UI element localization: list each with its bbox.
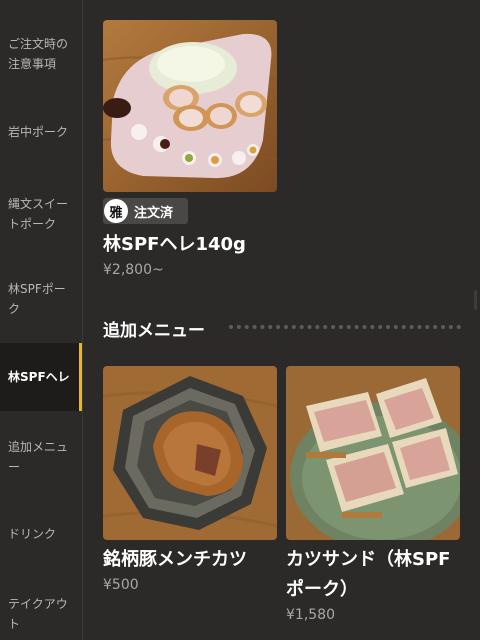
- menu-item-price-katsu-sando: ¥1,580: [286, 607, 335, 623]
- sidebar-item-label: 岩中ポーク: [8, 125, 69, 139]
- sidebar-item-hayashi-spf-pork[interactable]: 林SPFポーク: [0, 277, 82, 321]
- scrollbar[interactable]: [474, 290, 477, 310]
- sidebar-item-label: 縄文スイートポーク: [8, 197, 69, 231]
- section-title: 追加メニュー: [103, 321, 205, 341]
- section-divider: [229, 325, 461, 329]
- menu-item-image-menchi-katsu[interactable]: [103, 366, 277, 540]
- featured-item-price: ¥2,800~: [103, 262, 164, 278]
- category-sidebar: ご注文時の注意事項 岩中ポーク 縄文スイートポーク 林SPFポーク 林SPFヘレ…: [0, 0, 83, 640]
- menu-item-name-katsu-sando[interactable]: カツサンド（林SPFポーク）: [286, 545, 466, 605]
- sidebar-item-label: 林SPFヘレ: [8, 370, 70, 384]
- featured-item-image[interactable]: [103, 20, 277, 192]
- sidebar-item-additional-menu[interactable]: 追加メニュー: [0, 435, 82, 479]
- sidebar-item-label: テイクアウト: [8, 597, 68, 631]
- menu-item-price-menchi-katsu: ¥500: [103, 577, 139, 593]
- ordered-badge-label: 注文済: [134, 205, 174, 221]
- sidebar-item-iwanaka-pork[interactable]: 岩中ポーク: [0, 120, 82, 144]
- ordered-badge: 雅 注文済: [103, 198, 188, 224]
- sidebar-item-hayashi-spf-hire[interactable]: 林SPFヘレ: [0, 343, 82, 411]
- featured-item-name[interactable]: 林SPFヘレ140g: [103, 230, 246, 260]
- sidebar-item-label: 林SPFポーク: [8, 282, 66, 316]
- sidebar-item-notes[interactable]: ご注文時の注意事項: [0, 32, 82, 76]
- miyabi-logo-icon: 雅: [104, 199, 128, 223]
- menu-item-image-katsu-sando[interactable]: [286, 366, 460, 540]
- sidebar-item-drinks[interactable]: ドリンク: [0, 522, 82, 546]
- sidebar-item-label: ドリンク: [8, 527, 57, 541]
- menu-item-name-menchi-katsu[interactable]: 銘柄豚メンチカツ: [103, 545, 247, 575]
- sidebar-item-label: 追加メニュー: [8, 440, 69, 474]
- sidebar-item-label: ご注文時の注意事項: [8, 37, 69, 71]
- sidebar-item-jomon-sweet-pork[interactable]: 縄文スイートポーク: [0, 192, 82, 236]
- sidebar-item-takeout[interactable]: テイクアウト: [0, 592, 82, 636]
